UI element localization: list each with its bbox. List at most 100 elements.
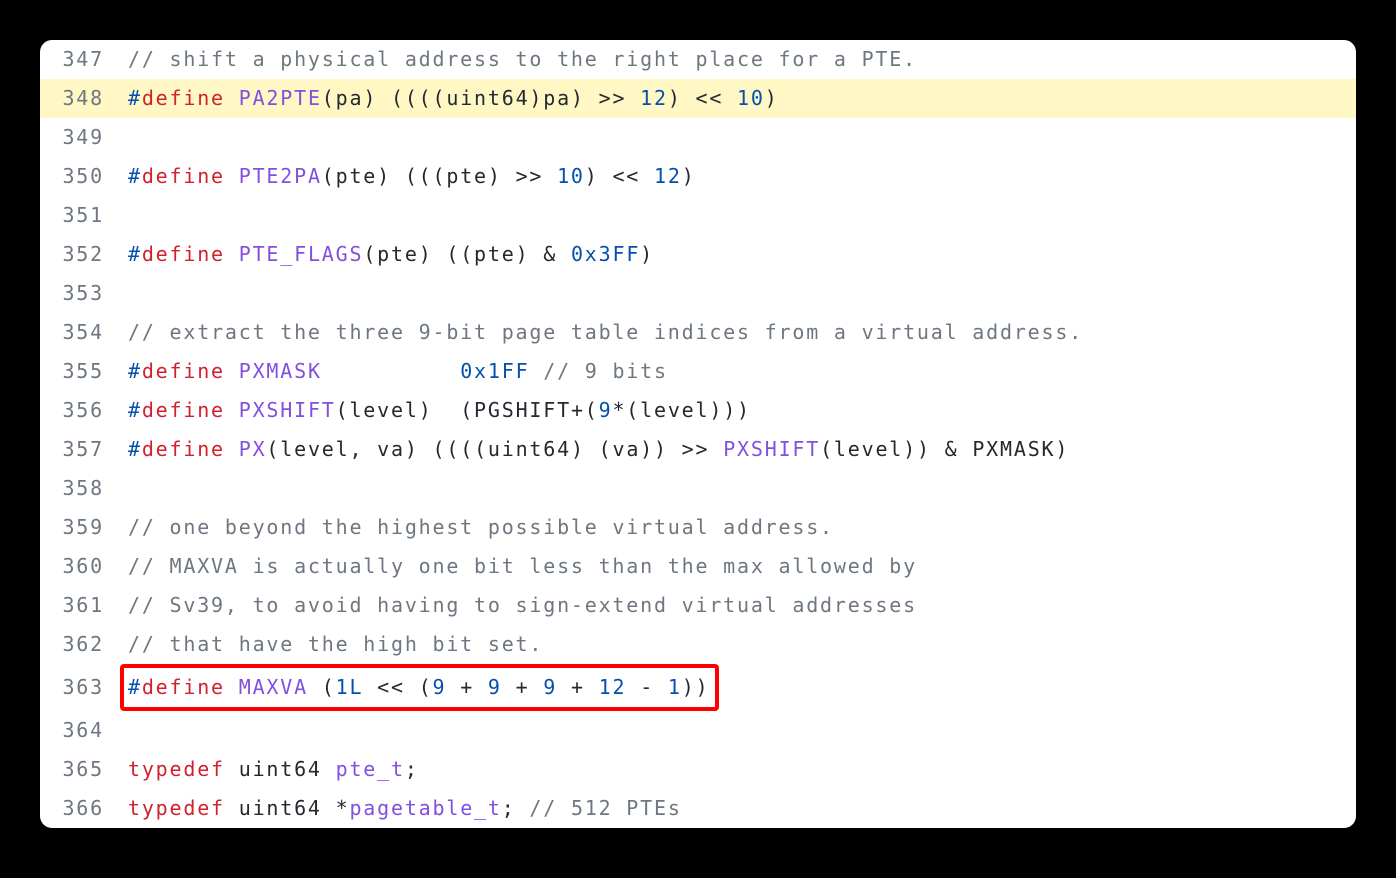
code-token: ) ((((uint64) (va)) >> bbox=[405, 437, 723, 461]
code-line: 362// that have the high bit set. bbox=[40, 625, 1356, 664]
code-token: - bbox=[626, 675, 668, 699]
line-number: 349 bbox=[40, 118, 126, 157]
code-line: 363#define MAXVA (1L << (9 + 9 + 9 + 12 … bbox=[40, 664, 1356, 711]
code-token: 9 bbox=[433, 675, 447, 699]
code-content bbox=[126, 196, 1356, 235]
code-token: // that have the high bit set. bbox=[128, 632, 543, 656]
line-number: 350 bbox=[40, 157, 126, 196]
code-token: uint64 * bbox=[225, 796, 350, 820]
code-token bbox=[322, 359, 460, 383]
code-token: typedef bbox=[128, 796, 225, 820]
code-token: ) ((((uint64)pa) >> bbox=[363, 86, 640, 110]
code-content: // Sv39, to avoid having to sign-extend … bbox=[126, 586, 1356, 625]
code-line: 365typedef uint64 pte_t; bbox=[40, 750, 1356, 789]
code-line: 355#define PXMASK 0x1FF // 9 bits bbox=[40, 352, 1356, 391]
code-content: #define PX(level, va) ((((uint64) (va)) … bbox=[126, 430, 1356, 469]
code-content: #define MAXVA (1L << (9 + 9 + 9 + 12 - 1… bbox=[120, 664, 719, 711]
code-content: #define PA2PTE(pa) ((((uint64)pa) >> 12)… bbox=[126, 79, 1356, 118]
line-number: 347 bbox=[40, 40, 126, 79]
code-token: ( bbox=[336, 398, 350, 422]
code-token: 10 bbox=[557, 164, 585, 188]
code-line: 349 bbox=[40, 118, 1356, 157]
line-number: 366 bbox=[40, 789, 126, 828]
code-token: va bbox=[377, 437, 405, 461]
code-line: 364 bbox=[40, 711, 1356, 750]
code-content: // extract the three 9-bit page table in… bbox=[126, 313, 1356, 352]
code-token: define bbox=[142, 675, 225, 699]
code-token: define bbox=[142, 242, 225, 266]
code-token: // MAXVA is actually one bit less than t… bbox=[128, 554, 917, 578]
code-token: // Sv39, to avoid having to sign-extend … bbox=[128, 593, 917, 617]
code-content: typedef uint64 *pagetable_t; // 512 PTEs bbox=[126, 789, 1356, 828]
code-token: define bbox=[142, 164, 225, 188]
code-line: 360// MAXVA is actually one bit less tha… bbox=[40, 547, 1356, 586]
code-token: ( bbox=[363, 242, 377, 266]
code-content: #define PXSHIFT(level) (PGSHIFT+(9*(leve… bbox=[126, 391, 1356, 430]
line-number: 364 bbox=[40, 711, 126, 750]
code-token: # bbox=[128, 437, 142, 461]
code-token: ( bbox=[322, 164, 336, 188]
code-token: pte_t bbox=[336, 757, 405, 781]
code-token: level bbox=[349, 398, 418, 422]
code-token: ) (PGSHIFT+( bbox=[419, 398, 599, 422]
code-token: ) bbox=[682, 164, 696, 188]
code-token: + bbox=[557, 675, 599, 699]
code-token: PTE_FLAGS bbox=[239, 242, 364, 266]
code-token: ) << bbox=[668, 86, 737, 110]
code-line: 348#define PA2PTE(pa) ((((uint64)pa) >> … bbox=[40, 79, 1356, 118]
code-token: // shift a physical address to the right… bbox=[128, 47, 917, 71]
code-token: ) << bbox=[585, 164, 654, 188]
code-line: 361// Sv39, to avoid having to sign-exte… bbox=[40, 586, 1356, 625]
code-token: ( bbox=[308, 675, 336, 699]
code-content bbox=[126, 469, 1356, 508]
code-token: define bbox=[142, 86, 225, 110]
code-line: 366typedef uint64 *pagetable_t; // 512 P… bbox=[40, 789, 1356, 828]
line-number: 357 bbox=[40, 430, 126, 469]
code-line: 359// one beyond the highest possible vi… bbox=[40, 508, 1356, 547]
code-token: # bbox=[128, 164, 142, 188]
code-line: 354// extract the three 9-bit page table… bbox=[40, 313, 1356, 352]
code-token: pa bbox=[336, 86, 364, 110]
code-token: ) bbox=[640, 242, 654, 266]
code-token: )) bbox=[682, 675, 710, 699]
code-token: + bbox=[502, 675, 544, 699]
code-token: ( bbox=[322, 86, 336, 110]
code-token: 9 bbox=[599, 398, 613, 422]
code-token: ) bbox=[765, 86, 779, 110]
code-token bbox=[225, 164, 239, 188]
code-token: ) (((pte) >> bbox=[377, 164, 557, 188]
code-line: 357#define PX(level, va) ((((uint64) (va… bbox=[40, 430, 1356, 469]
code-token: // one beyond the highest possible virtu… bbox=[128, 515, 834, 539]
code-token: 9 bbox=[543, 675, 557, 699]
code-token: PX bbox=[239, 437, 267, 461]
code-content: // shift a physical address to the right… bbox=[126, 40, 1356, 79]
code-content: // that have the high bit set. bbox=[126, 625, 1356, 664]
code-token: // extract the three 9-bit page table in… bbox=[128, 320, 1083, 344]
code-token: PXSHIFT bbox=[239, 398, 336, 422]
code-token: pte bbox=[377, 242, 419, 266]
code-line: 353 bbox=[40, 274, 1356, 313]
code-token bbox=[225, 675, 239, 699]
code-content: #define PXMASK 0x1FF // 9 bits bbox=[126, 352, 1356, 391]
code-token: 0x1FF bbox=[460, 359, 529, 383]
code-token: ; bbox=[405, 757, 419, 781]
code-token: define bbox=[142, 437, 225, 461]
code-token: # bbox=[128, 86, 142, 110]
code-token: + bbox=[446, 675, 488, 699]
line-number: 360 bbox=[40, 547, 126, 586]
code-token: << ( bbox=[363, 675, 432, 699]
code-line: 358 bbox=[40, 469, 1356, 508]
code-token: ( bbox=[266, 437, 280, 461]
code-line: 350#define PTE2PA(pte) (((pte) >> 10) <<… bbox=[40, 157, 1356, 196]
code-token: # bbox=[128, 242, 142, 266]
code-token: PTE2PA bbox=[239, 164, 322, 188]
line-number: 362 bbox=[40, 625, 126, 664]
code-token bbox=[225, 86, 239, 110]
code-token: 9 bbox=[488, 675, 502, 699]
code-line: 351 bbox=[40, 196, 1356, 235]
line-number: 354 bbox=[40, 313, 126, 352]
line-number: 365 bbox=[40, 750, 126, 789]
code-token bbox=[225, 398, 239, 422]
code-token bbox=[225, 242, 239, 266]
code-token: uint64 bbox=[225, 757, 336, 781]
